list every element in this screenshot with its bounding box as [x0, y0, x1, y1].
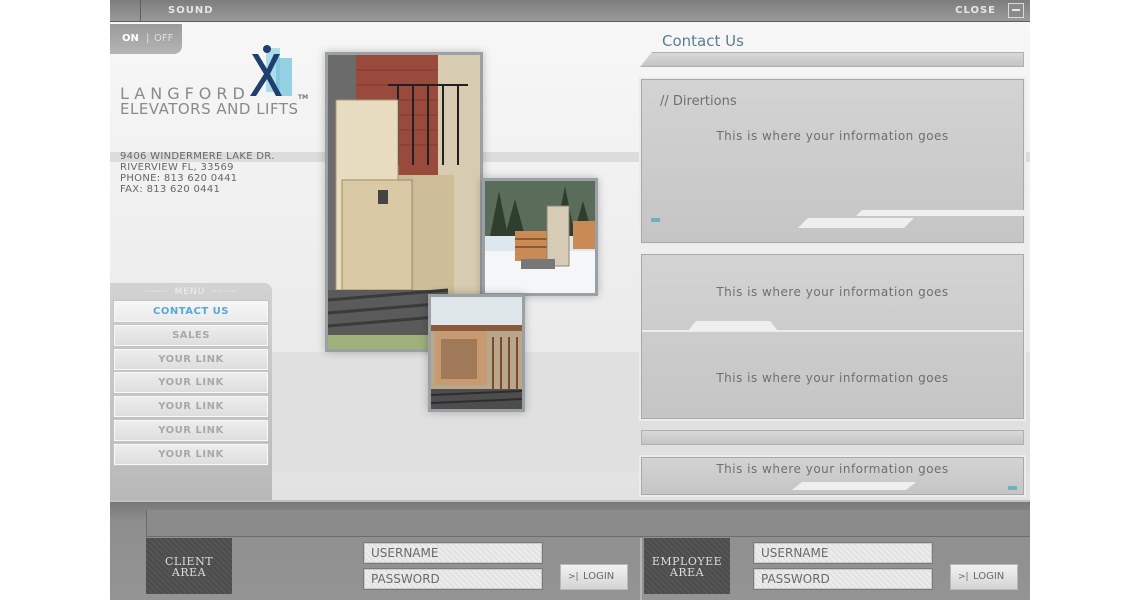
- info-text: This is where your information goes: [716, 462, 949, 476]
- panel-ridge: [792, 482, 916, 490]
- menu-item-sales[interactable]: SALES: [113, 324, 269, 347]
- client-username-field[interactable]: USERNAME: [363, 542, 543, 564]
- panel-divider: [642, 330, 1023, 332]
- login-divider: [640, 538, 642, 600]
- address-phone: PHONE: 813 620 0441: [120, 173, 238, 184]
- logo-tagline: ELEVATORS AND LIFTS: [120, 100, 299, 118]
- menu-item-link[interactable]: YOUR LINK: [113, 395, 269, 418]
- menu-item-link[interactable]: YOUR LINK: [113, 348, 269, 371]
- address-city: RIVERVIEW FL, 33569: [120, 162, 234, 173]
- client-login-button[interactable]: >| LOGIN: [560, 564, 628, 590]
- sound-on-button[interactable]: ON: [122, 33, 139, 44]
- toggle-separator: |: [146, 33, 150, 44]
- teal-marker: [651, 218, 660, 222]
- arrow-icon: >|: [958, 572, 969, 582]
- deck-lift-image: [431, 297, 522, 409]
- client-area-badge: CLIENT AREA: [146, 538, 232, 594]
- company-logo[interactable]: LANGFORD ELEVATORS AND LIFTS TM: [120, 44, 310, 124]
- top-bar: SOUND CLOSE: [110, 0, 1030, 22]
- menu-title: MENU: [110, 287, 270, 297]
- client-password-field[interactable]: PASSWORD: [363, 568, 543, 590]
- directions-heading: // Dirertions: [660, 94, 737, 109]
- info-panel-double: This is where your information goes This…: [639, 252, 1026, 421]
- topbar-notch: [140, 0, 150, 22]
- close-box-icon[interactable]: [1008, 3, 1024, 18]
- menu-item-link[interactable]: YOUR LINK: [113, 371, 269, 394]
- main-menu: MENU CONTACT US SALES YOUR LINK YOUR LIN…: [110, 283, 272, 503]
- menu-item-link[interactable]: YOUR LINK: [113, 419, 269, 442]
- client-login-label: LOGIN: [583, 571, 615, 582]
- logo-x-figure-icon: [250, 45, 292, 96]
- employee-username-field[interactable]: USERNAME: [753, 542, 933, 564]
- address-street: 9406 WINDERMERE LAKE DR.: [120, 151, 275, 162]
- info-bar: [641, 430, 1024, 445]
- page-title: Contact Us: [662, 32, 744, 50]
- info-text: This is where your information goes: [716, 129, 949, 143]
- employee-login-label: LOGIN: [973, 571, 1005, 582]
- sound-off-button[interactable]: OFF: [154, 33, 173, 44]
- sound-label: SOUND: [168, 5, 214, 16]
- menu-item-contact-us[interactable]: CONTACT US: [113, 300, 269, 323]
- panel-ridge: [798, 218, 914, 228]
- info-panel-small: This is where your information goes: [639, 455, 1026, 497]
- company-address: 9406 WINDERMERE LAKE DR. RIVERVIEW FL, 3…: [120, 151, 275, 195]
- employee-area-label-2: AREA: [669, 566, 705, 579]
- title-underline-bar: [640, 52, 1024, 67]
- employee-password-field[interactable]: PASSWORD: [753, 568, 933, 590]
- login-bar: CLIENT AREA USERNAME PASSWORD >| LOGIN E…: [110, 500, 1030, 600]
- site-frame: SOUND CLOSE ON | OFF LANGFORD ELEVATORS …: [110, 0, 1030, 600]
- panel-ridge-upper: [856, 210, 1026, 216]
- info-text: This is where your information goes: [716, 371, 949, 385]
- menu-item-link[interactable]: YOUR LINK: [113, 443, 269, 466]
- address-fax: FAX: 813 620 0441: [120, 184, 221, 195]
- employee-login-button[interactable]: >| LOGIN: [950, 564, 1018, 590]
- employee-area-badge: EMPLOYEE AREA: [644, 538, 730, 594]
- info-text: This is where your information goes: [716, 285, 949, 299]
- logo-trademark: TM: [298, 94, 309, 101]
- close-button[interactable]: CLOSE: [955, 5, 996, 16]
- photo-snow-lift: [482, 178, 598, 296]
- client-area-label-2: AREA: [171, 566, 207, 579]
- teal-marker: [1008, 486, 1017, 490]
- login-bar-strip: [146, 510, 1030, 537]
- directions-panel: // Dirertions This is where your informa…: [639, 77, 1026, 245]
- photo-deck-lift: [428, 294, 525, 412]
- arrow-icon: >|: [568, 572, 579, 582]
- snow-lift-image: [485, 181, 595, 293]
